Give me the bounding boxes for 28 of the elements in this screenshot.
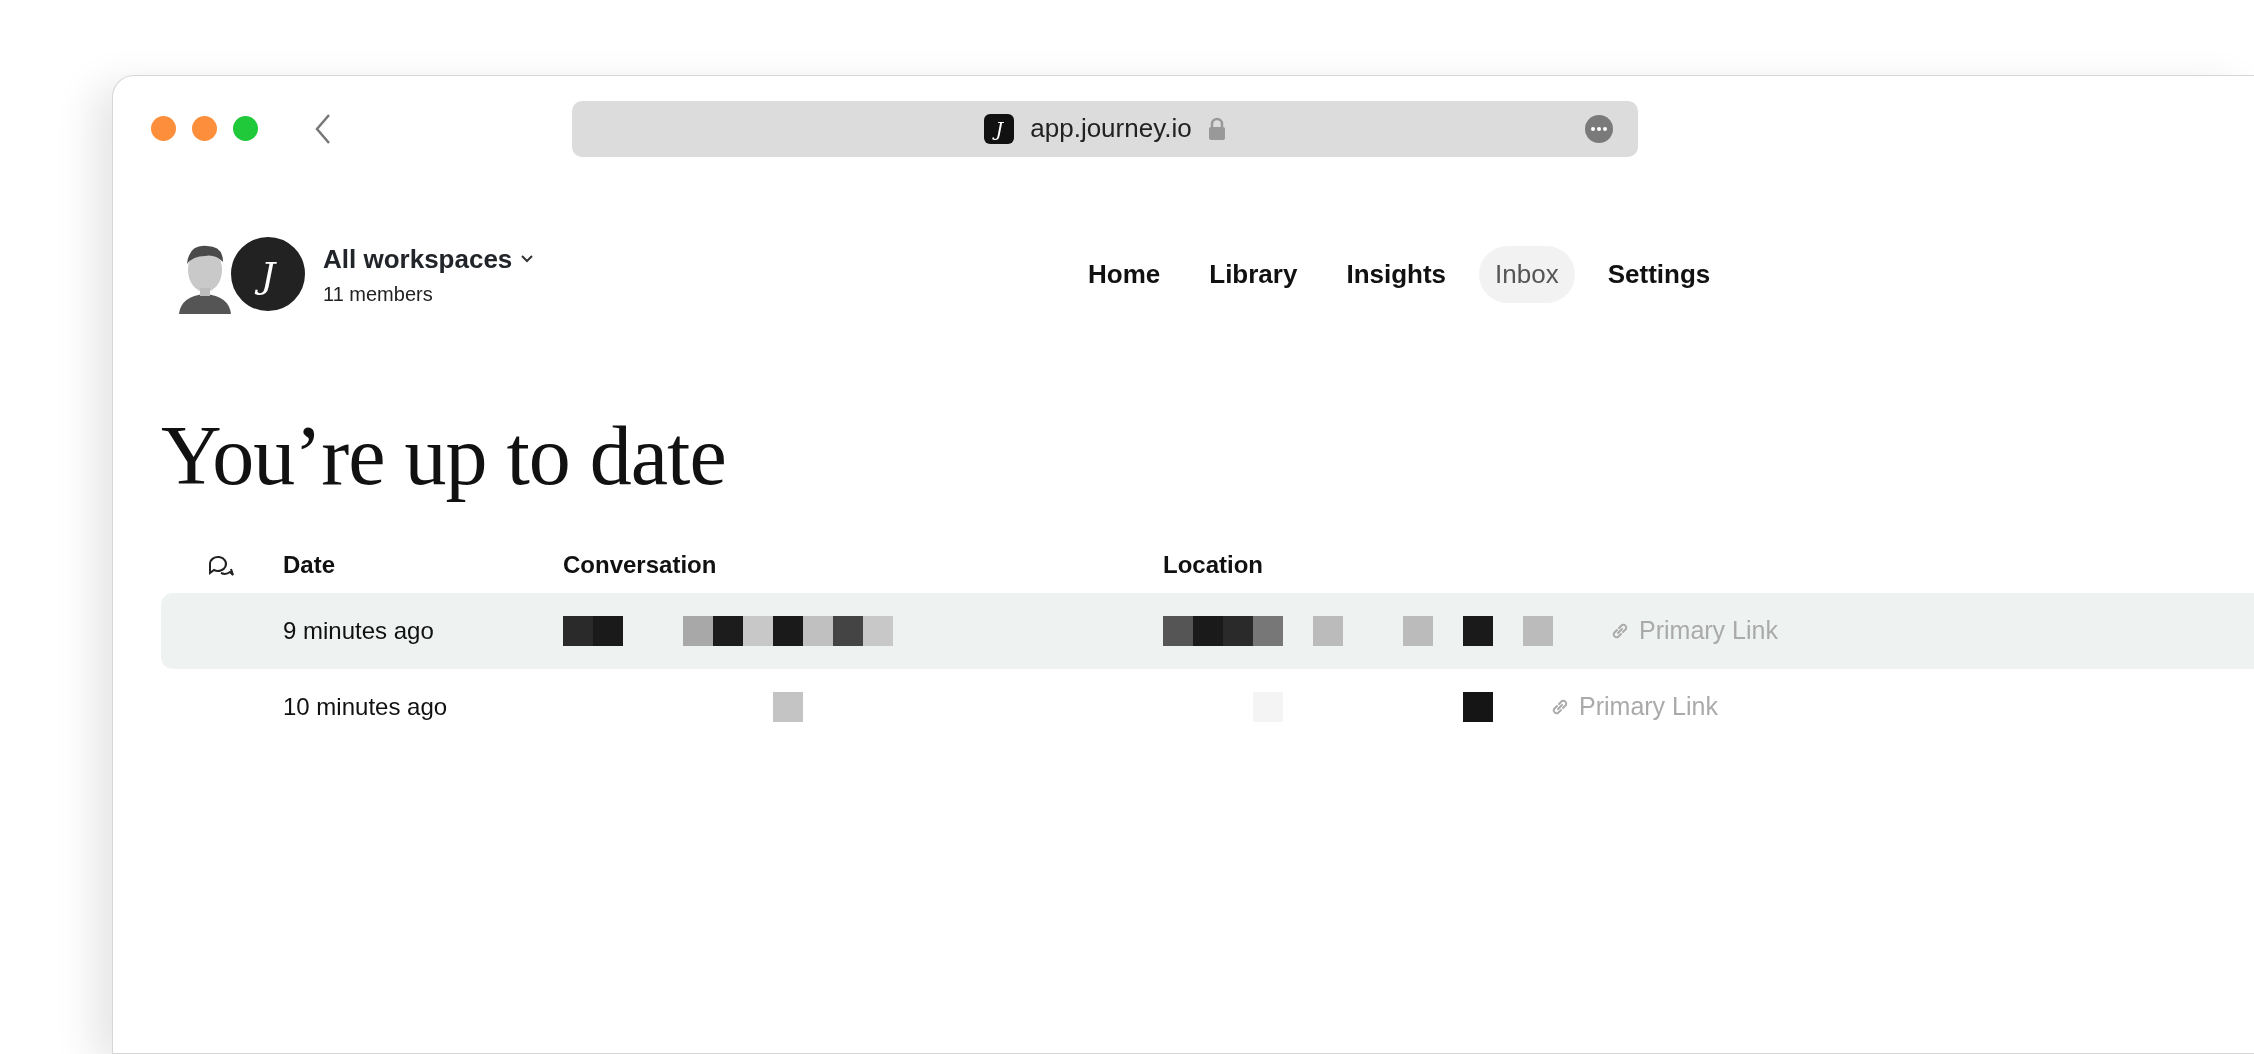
minimize-button[interactable] <box>192 116 217 141</box>
comments-icon <box>207 554 235 579</box>
column-header: Location <box>1163 549 1263 580</box>
url-text: app.journey.io <box>1030 112 1192 145</box>
workspace-logo: J <box>229 235 307 313</box>
zoom-button[interactable] <box>233 116 258 141</box>
lock-icon <box>1207 116 1226 141</box>
nav-tab[interactable]: Library <box>1193 245 1314 303</box>
more-icon[interactable] <box>1585 114 1613 143</box>
nav-tab[interactable]: Insights <box>1330 245 1463 303</box>
workspace-dropdown[interactable]: All workspaces <box>323 239 535 279</box>
table-row[interactable]: 10 minutes ago Primary Link <box>161 668 2254 745</box>
close-button[interactable] <box>151 116 176 141</box>
address-bar[interactable]: J app.journey.io <box>572 100 1638 157</box>
chevron-down-icon <box>520 254 535 264</box>
nav-tab[interactable]: Inbox <box>1479 245 1575 303</box>
nav-tab[interactable]: Home <box>1072 245 1177 303</box>
column-header: Date <box>283 549 337 580</box>
nav-tab[interactable]: Settings <box>1591 245 1727 303</box>
date-cell: 10 minutes ago <box>283 692 448 720</box>
page-heading: You’re up to date <box>161 408 727 504</box>
member-count: 11 members <box>323 281 434 307</box>
date-cell: 9 minutes ago <box>283 616 434 644</box>
column-header: Conversation <box>563 549 718 580</box>
back-icon[interactable] <box>314 112 332 145</box>
site-favicon: J <box>984 113 1015 144</box>
table-row[interactable]: 9 minutes ago Primary Link <box>161 592 2254 669</box>
redacted-drawing <box>773 691 803 722</box>
